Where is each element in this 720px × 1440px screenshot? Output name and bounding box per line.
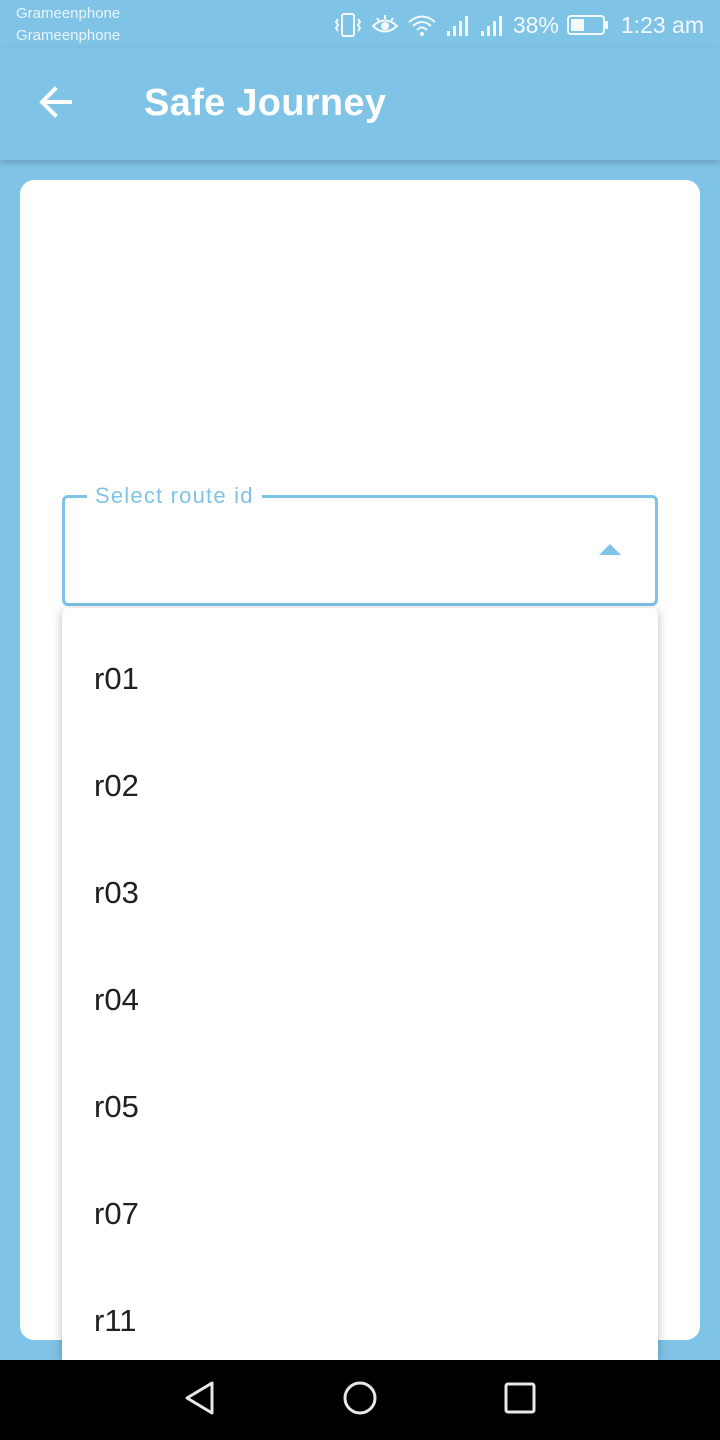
signal-icon <box>479 13 505 37</box>
route-option-label: r07 <box>94 1195 139 1231</box>
route-option-label: r02 <box>94 767 139 803</box>
nav-recents-button[interactable] <box>495 1375 545 1425</box>
battery-percent: 38% <box>512 11 559 38</box>
vibrate-icon <box>333 12 363 38</box>
route-option-label: r11 <box>94 1302 137 1338</box>
route-option-label: r03 <box>94 874 139 910</box>
back-button[interactable] <box>24 72 88 136</box>
app-bar: Safe Journey <box>0 48 720 160</box>
route-dropdown-menu: r01 r02 r03 r04 r05 r07 r11 <box>62 608 658 1360</box>
system-nav-bar <box>0 1360 720 1440</box>
clock: 1:23 am <box>620 11 704 38</box>
status-icons: 38% 1:23 am <box>333 8 704 42</box>
square-recents-icon <box>503 1381 537 1420</box>
route-option-label: r01 <box>94 660 139 696</box>
wifi-icon <box>407 13 437 37</box>
route-option-label: r04 <box>94 981 139 1017</box>
route-option-r11[interactable]: r11 <box>62 1267 658 1360</box>
route-option-r04[interactable]: r04 <box>62 946 658 1053</box>
circle-home-icon <box>342 1380 378 1421</box>
route-option-r02[interactable]: r02 <box>62 732 658 839</box>
route-option-r07[interactable]: r07 <box>62 1160 658 1267</box>
carrier-name-1: Grameenphone <box>16 5 121 22</box>
route-option-r01[interactable]: r01 <box>62 625 658 732</box>
page-title: Safe Journey <box>144 82 387 124</box>
triangle-back-icon <box>183 1380 217 1421</box>
route-option-label: r05 <box>94 1088 139 1124</box>
nav-back-button[interactable] <box>175 1375 225 1425</box>
signal-icon <box>445 13 471 37</box>
route-select-label: Select route id <box>87 484 262 508</box>
carrier-name-2: Grameenphone <box>16 27 121 44</box>
nav-home-button[interactable] <box>335 1375 385 1425</box>
battery-icon <box>566 14 609 36</box>
route-option-r05[interactable]: r05 <box>62 1053 658 1160</box>
route-option-r03[interactable]: r03 <box>62 839 658 946</box>
triangle-up-icon[interactable] <box>599 544 621 555</box>
arrow-left-icon <box>38 84 74 125</box>
route-select-field[interactable]: Select route id <box>62 484 658 606</box>
status-bar: Grameenphone Grameenphone 38% 1:23 am <box>0 0 720 48</box>
eye-comfort-icon <box>371 13 399 37</box>
